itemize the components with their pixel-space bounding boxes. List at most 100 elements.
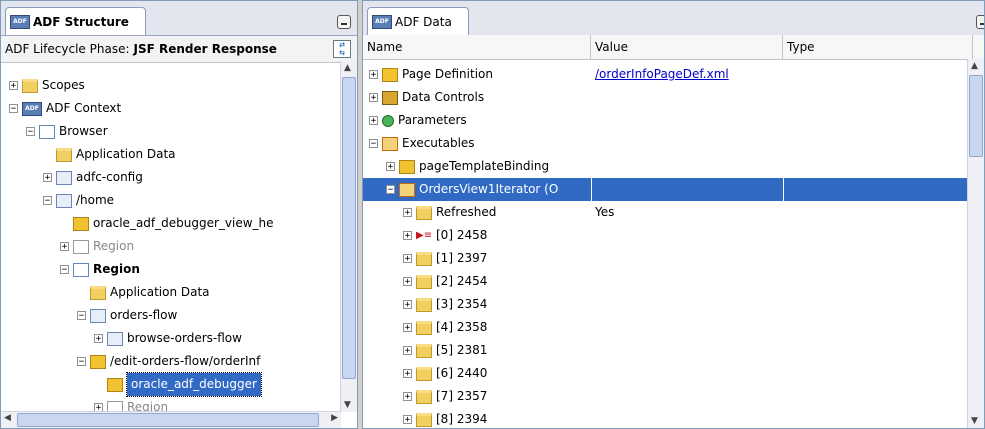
table-row[interactable]: + Parameters <box>363 109 968 132</box>
tree-node[interactable]: − orders-flow <box>77 304 177 327</box>
expand-icon[interactable]: + <box>403 369 412 379</box>
expand-icon[interactable]: + <box>369 93 378 103</box>
row-value <box>591 247 783 270</box>
row-name: [1] 2397 <box>436 251 488 265</box>
collapse-icon[interactable]: − <box>77 357 86 367</box>
collapse-icon[interactable]: − <box>369 139 378 149</box>
column-header-type[interactable]: Type <box>783 35 973 59</box>
tree-node[interactable]: + adfc-config <box>43 166 143 189</box>
row-value[interactable]: /orderInfoPageDef.xml <box>591 63 783 86</box>
table-row[interactable]: + ▶≡ [0] 2458 <box>363 224 968 247</box>
expand-icon[interactable]: + <box>43 173 52 183</box>
expand-icon[interactable]: + <box>94 334 103 344</box>
tree-node-label: browse-orders-flow <box>127 331 242 345</box>
column-header-name[interactable]: Name <box>363 35 591 59</box>
expand-icon[interactable]: + <box>403 415 412 425</box>
expand-icon[interactable]: + <box>403 300 412 310</box>
row-name: pageTemplateBinding <box>419 159 550 173</box>
tree-node[interactable]: − Region <box>60 258 140 281</box>
column-header-value[interactable]: Value <box>591 35 783 59</box>
row-value <box>591 385 783 408</box>
tree-node[interactable]: Application Data <box>77 281 210 304</box>
expand-icon[interactable]: + <box>403 208 412 218</box>
table-row[interactable]: + Refreshed Yes <box>363 201 968 224</box>
expand-icon[interactable]: + <box>403 277 412 287</box>
table-row[interactable]: + [5] 2381 <box>363 339 968 362</box>
collapse-icon[interactable]: − <box>26 127 35 137</box>
scroll-down-icon[interactable]: ▼ <box>344 400 351 410</box>
tree-node[interactable]: − ADF ADF Context <box>9 97 121 120</box>
collapse-icon[interactable]: − <box>9 104 18 114</box>
table-row[interactable]: + Page Definition/orderInfoPageDef.xml <box>363 63 968 86</box>
tree-node[interactable]: − /edit-orders-flow/orderInf <box>77 350 260 373</box>
table-row[interactable]: + [6] 2440 <box>363 362 968 385</box>
data-vertical-thumb[interactable] <box>969 75 983 157</box>
expand-icon[interactable]: + <box>369 70 378 80</box>
expand-icon[interactable]: + <box>9 81 18 91</box>
tree-node[interactable]: Application Data <box>43 143 176 166</box>
row-value <box>591 86 783 109</box>
expand-icon[interactable]: + <box>403 323 412 333</box>
row-type <box>783 293 973 316</box>
structure-vertical-scrollbar[interactable]: ▲ ▼ <box>340 61 357 412</box>
minimize-button[interactable] <box>976 15 984 29</box>
adf-structure-tab[interactable]: ADF ADF Structure <box>5 7 146 35</box>
scroll-down-icon[interactable]: ▼ <box>971 416 978 426</box>
collapse-icon[interactable]: − <box>386 185 395 195</box>
tree-node[interactable]: + Scopes <box>9 74 85 97</box>
tree-node[interactable]: + browse-orders-flow <box>94 327 242 350</box>
folder-icon <box>416 366 432 381</box>
scroll-up-icon[interactable]: ▲ <box>971 61 978 71</box>
expand-icon[interactable]: + <box>369 116 378 126</box>
expand-icon[interactable]: + <box>60 242 69 252</box>
expand-icon[interactable]: + <box>386 162 395 172</box>
collapse-icon[interactable]: − <box>77 311 86 321</box>
structure-horizontal-scrollbar[interactable]: ◀ ▶ <box>1 411 341 428</box>
table-row[interactable]: + [3] 2354 <box>363 293 968 316</box>
table-row[interactable]: − OrdersView1Iterator (O <box>363 178 968 201</box>
scroll-left-icon[interactable]: ◀ <box>4 413 11 423</box>
row-name: [3] 2354 <box>436 297 488 311</box>
table-row[interactable]: + [7] 2357 <box>363 385 968 408</box>
expand-icon[interactable]: + <box>403 254 412 264</box>
adf-structure-tab-label: ADF Structure <box>33 14 129 29</box>
row-name: Page Definition <box>402 67 493 81</box>
scroll-right-icon[interactable]: ▶ <box>331 413 338 423</box>
table-row[interactable]: + [2] 2454 <box>363 270 968 293</box>
table-row[interactable]: + [4] 2358 <box>363 316 968 339</box>
table-row[interactable]: + pageTemplateBinding <box>363 155 968 178</box>
tree-node[interactable]: oracle_adf_debugger_view_he <box>60 212 274 235</box>
tree-node[interactable]: − Browser <box>26 120 108 143</box>
folder-icon <box>416 251 432 266</box>
executables-icon <box>382 136 398 151</box>
tree-node[interactable]: − /home <box>43 189 114 212</box>
table-row[interactable]: + [8] 2394 <box>363 408 968 428</box>
table-row[interactable]: + Data Controls <box>363 86 968 109</box>
adf-structure-panel: ADF ADF Structure ADF Lifecycle Phase: J… <box>0 0 358 429</box>
row-value <box>591 224 783 247</box>
row-type <box>783 339 973 362</box>
tree-node-label: /edit-orders-flow/orderInf <box>110 354 261 368</box>
expand-icon[interactable]: + <box>403 392 412 402</box>
adf-data-tab[interactable]: ADF ADF Data <box>367 7 469 35</box>
collapse-icon[interactable]: − <box>43 196 52 206</box>
structure-horizontal-thumb[interactable] <box>17 413 319 427</box>
folder-icon <box>56 147 72 162</box>
table-row[interactable]: − Executables <box>363 132 968 155</box>
row-name: [5] 2381 <box>436 343 488 357</box>
tree-node[interactable]: oracle_adf_debugger <box>94 372 262 397</box>
data-vertical-scrollbar[interactable]: ▲ ▼ <box>967 59 984 428</box>
structure-vertical-thumb[interactable] <box>342 77 356 379</box>
expand-icon[interactable]: + <box>403 231 412 241</box>
table-row[interactable]: + [1] 2397 <box>363 247 968 270</box>
page-icon <box>73 216 89 231</box>
expand-icon[interactable]: + <box>403 346 412 356</box>
minimize-button[interactable] <box>337 15 351 29</box>
scroll-up-icon[interactable]: ▲ <box>344 63 351 73</box>
row-value <box>591 339 783 362</box>
phase-refresh-icon[interactable]: ⇄ ⇆ <box>333 40 351 58</box>
tree-node[interactable]: + Region <box>60 235 134 258</box>
row-name: OrdersView1Iterator (O <box>419 182 559 196</box>
page-icon <box>399 159 415 174</box>
collapse-icon[interactable]: − <box>60 265 69 275</box>
